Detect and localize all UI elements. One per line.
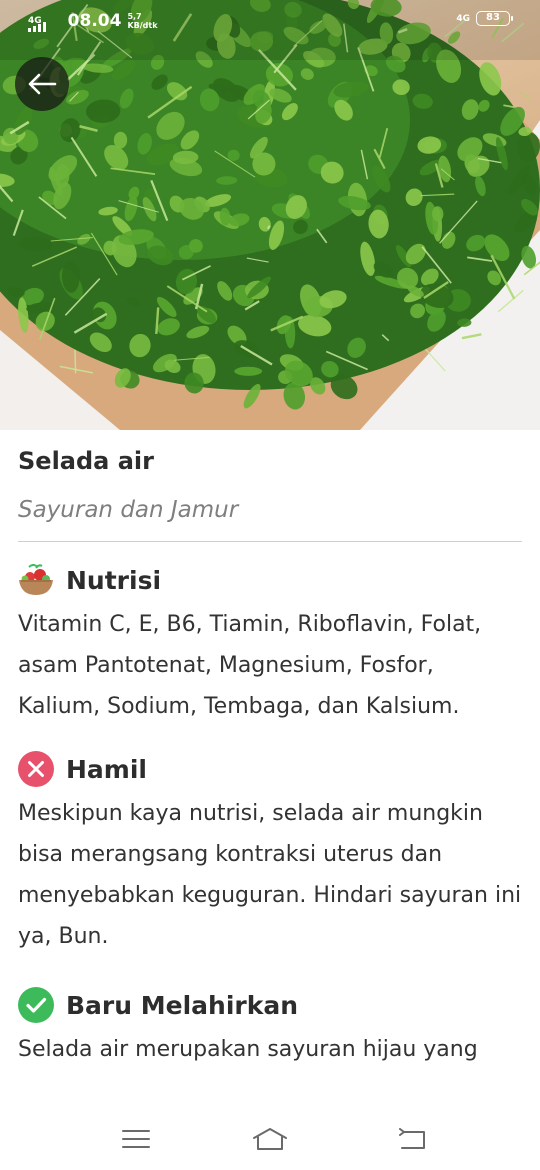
system-nav-bar <box>0 1108 540 1170</box>
back-button[interactable] <box>15 57 69 111</box>
divider <box>18 541 522 542</box>
home-icon <box>253 1128 287 1150</box>
arrow-left-icon <box>28 73 57 95</box>
section-text-hamil: Meskipun kaya nutrisi, selada air mungki… <box>18 801 522 949</box>
item-title: Selada air <box>18 447 154 475</box>
check-circle-icon <box>18 987 54 1023</box>
menu-button[interactable] <box>118 1124 154 1154</box>
hero-image <box>0 0 540 430</box>
section-text-baru-melahirkan: Selada air merupakan sayuran hijau yang <box>18 1037 478 1062</box>
battery-icon: 83 <box>476 11 513 26</box>
status-bar: 4G 08.04 5,7 KB/dtk 4G 83 <box>0 0 540 40</box>
section-hamil: Hamil Meskipun kaya nutrisi, selada air … <box>18 751 522 957</box>
watercress-photo <box>0 0 540 430</box>
section-text-nutrisi: Vitamin C, E, B6, Tiamin, Riboflavin, Fo… <box>18 612 482 719</box>
return-icon <box>399 1128 425 1149</box>
item-category: Sayuran dan Jamur <box>18 497 239 523</box>
network-indicator-right: 4G <box>456 13 470 24</box>
clock: 08.04 <box>67 11 122 31</box>
vegetable-bowl-icon <box>18 562 54 598</box>
signal-icon <box>27 22 46 32</box>
speed-value: 5,7 <box>127 12 142 21</box>
speed-unit: KB/dtk <box>127 21 158 30</box>
home-button[interactable] <box>252 1124 288 1154</box>
cross-circle-icon <box>18 751 54 787</box>
section-nutrisi: Nutrisi Vitamin C, E, B6, Tiamin, Ribofl… <box>18 562 522 727</box>
detail-content: Selada air Sayuran dan Jamur Nutrisi Vit… <box>18 430 522 1070</box>
section-title-baru-melahirkan: Baru Melahirkan <box>66 990 299 1020</box>
return-button[interactable] <box>394 1124 430 1154</box>
section-title-nutrisi: Nutrisi <box>66 565 162 595</box>
menu-icon <box>122 1130 150 1148</box>
section-baru-melahirkan: Baru Melahirkan Selada air merupakan say… <box>18 987 522 1070</box>
section-title-hamil: Hamil <box>66 754 147 784</box>
battery-level: 83 <box>486 12 500 23</box>
